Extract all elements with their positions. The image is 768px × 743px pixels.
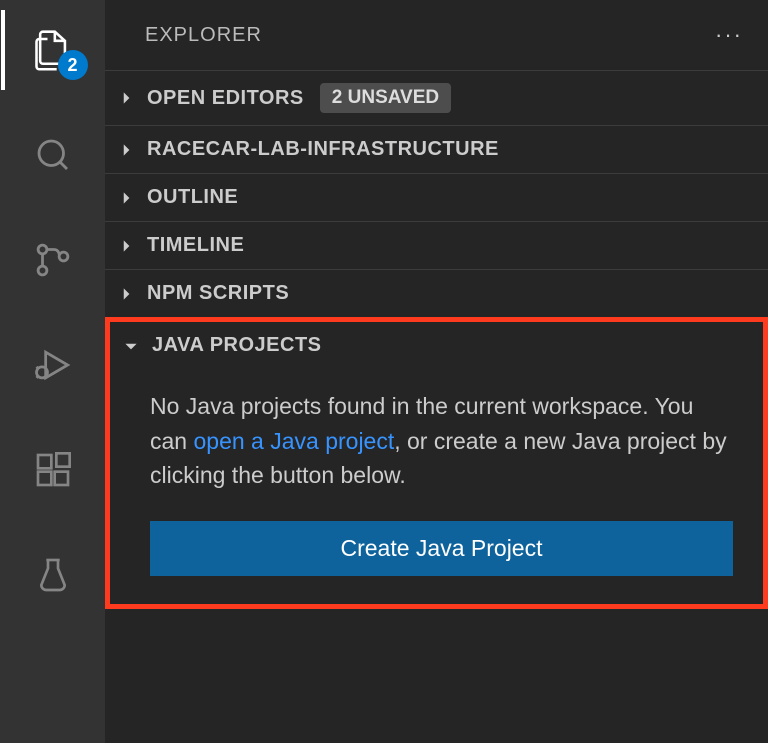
section-java-projects[interactable]: JAVA PROJECTS — [110, 322, 763, 369]
section-workspace[interactable]: RACECAR-LAB-INFRASTRUCTURE — [105, 125, 768, 173]
extensions-activity-icon[interactable] — [23, 440, 83, 500]
java-projects-body: No Java projects found in the current wo… — [110, 369, 763, 604]
section-label: OUTLINE — [147, 186, 238, 209]
unsaved-badge: 2 — [58, 50, 88, 80]
section-open-editors[interactable]: OPEN EDITORS 2 UNSAVED — [105, 70, 768, 125]
explorer-sidebar: EXPLORER ··· OPEN EDITORS 2 UNSAVED RACE… — [105, 0, 768, 743]
section-outline[interactable]: OUTLINE — [105, 173, 768, 221]
source-control-activity-icon[interactable] — [23, 230, 83, 290]
section-label: JAVA PROJECTS — [152, 334, 322, 357]
chevron-right-icon — [115, 283, 137, 305]
chevron-right-icon — [115, 235, 137, 257]
activity-bar: 2 — [0, 0, 105, 743]
section-label: RACECAR-LAB-INFRASTRUCTURE — [147, 138, 499, 161]
section-label: OPEN EDITORS — [147, 87, 304, 110]
section-label: TIMELINE — [147, 234, 244, 257]
create-java-project-button[interactable]: Create Java Project — [150, 521, 733, 576]
sidebar-title: EXPLORER — [145, 24, 262, 47]
unsaved-pill: 2 UNSAVED — [320, 83, 451, 113]
section-label: NPM SCRIPTS — [147, 282, 289, 305]
more-actions-icon[interactable]: ··· — [715, 22, 743, 48]
java-empty-message: No Java projects found in the current wo… — [150, 389, 733, 493]
search-activity-icon[interactable] — [23, 125, 83, 185]
chevron-right-icon — [115, 187, 137, 209]
chevron-right-icon — [115, 139, 137, 161]
section-timeline[interactable]: TIMELINE — [105, 221, 768, 269]
java-projects-highlight: JAVA PROJECTS No Java projects found in … — [105, 317, 768, 609]
testing-activity-icon[interactable] — [23, 545, 83, 605]
run-debug-activity-icon[interactable] — [23, 335, 83, 395]
open-java-project-link[interactable]: open a Java project — [193, 428, 394, 454]
chevron-down-icon — [120, 335, 142, 357]
section-npm-scripts[interactable]: NPM SCRIPTS — [105, 269, 768, 317]
chevron-right-icon — [115, 87, 137, 109]
sidebar-header: EXPLORER ··· — [105, 0, 768, 70]
explorer-activity-icon[interactable]: 2 — [23, 20, 83, 80]
